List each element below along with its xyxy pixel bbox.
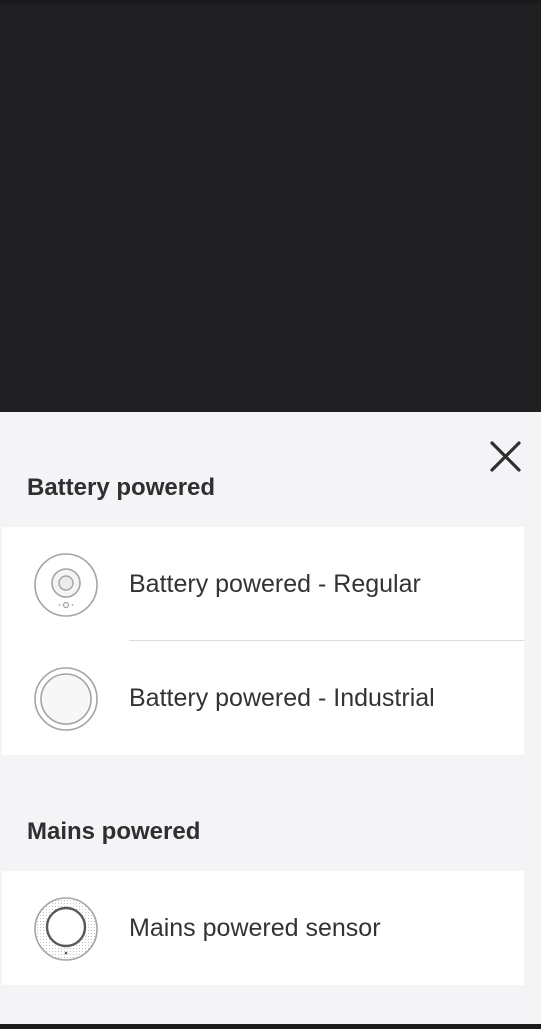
dimmed-backdrop[interactable] xyxy=(0,0,541,412)
close-icon xyxy=(490,441,521,472)
section-title-battery: Battery powered xyxy=(27,474,216,501)
option-label: Battery powered - Regular xyxy=(129,570,421,598)
navigation-bar xyxy=(0,1024,541,1029)
option-battery-regular[interactable]: Battery powered - Regular xyxy=(2,527,524,641)
sensor-industrial-icon xyxy=(34,667,98,731)
battery-options-card: Battery powered - Regular Battery powere… xyxy=(2,527,524,755)
status-bar-area xyxy=(0,0,541,4)
option-mains-sensor[interactable]: Mains powered sensor xyxy=(2,871,524,985)
close-button[interactable] xyxy=(484,434,528,478)
sensor-mains-icon xyxy=(34,897,98,961)
mains-options-card: Mains powered sensor xyxy=(2,871,524,985)
option-battery-industrial[interactable]: Battery powered - Industrial xyxy=(2,641,524,755)
section-title-mains: Mains powered xyxy=(27,818,201,845)
option-label: Mains powered sensor xyxy=(129,914,381,942)
option-label: Battery powered - Industrial xyxy=(129,684,435,712)
sensor-regular-icon xyxy=(34,553,98,617)
